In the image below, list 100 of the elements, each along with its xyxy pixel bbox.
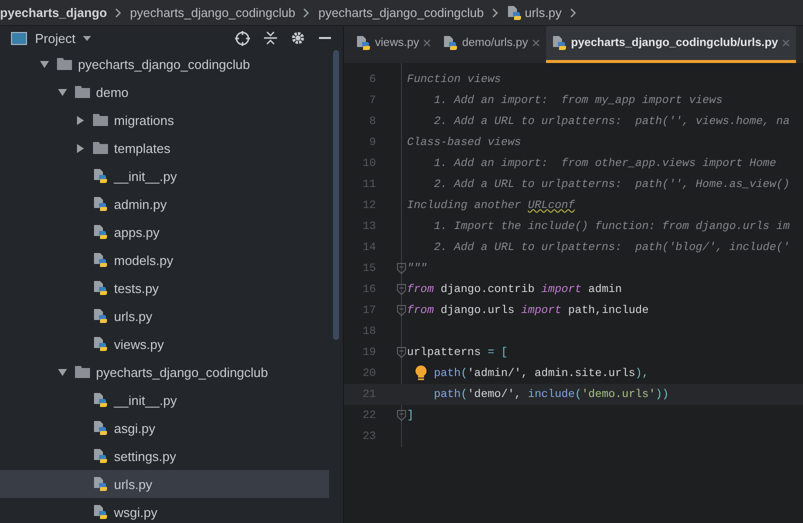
- line-number: 14: [362, 242, 376, 254]
- code-line: urlpatterns = [: [407, 346, 508, 358]
- python-file-icon: [356, 35, 371, 51]
- chevron-icon: [570, 8, 577, 18]
- expanded-arrow-icon[interactable]: [58, 368, 67, 376]
- code-line: from django.contrib import admin: [407, 284, 622, 296]
- code-line: Class-based views: [407, 136, 522, 148]
- python-file-icon: [93, 308, 108, 324]
- python-file-icon: [552, 35, 567, 51]
- close-icon[interactable]: [423, 39, 432, 47]
- breadcrumb-item[interactable]: pyecharts_django: [0, 6, 107, 20]
- tree-item[interactable]: wsgi.py: [0, 498, 329, 523]
- settings-icon[interactable]: [291, 31, 305, 45]
- python-file-icon: [93, 196, 108, 212]
- tree-item[interactable]: urls.py: [0, 470, 329, 498]
- python-file-icon: [443, 35, 458, 51]
- scrollbar[interactable]: [333, 50, 339, 340]
- breadcrumb-item[interactable]: pyecharts_django_codingclub: [318, 6, 484, 20]
- expanded-arrow-icon[interactable]: [40, 60, 49, 68]
- fold-marker-icon[interactable]: [397, 284, 406, 295]
- panel-icon: [11, 32, 27, 44]
- tree-item[interactable]: __init__.py: [0, 162, 329, 190]
- line-number: 6: [368, 74, 376, 86]
- code-line: ]: [407, 410, 414, 422]
- python-file-icon: [93, 252, 108, 268]
- code-line: 2. Add a URL to urlpatterns: path('', views.home, na: [434, 116, 790, 128]
- python-file-icon: [93, 224, 108, 240]
- python-file-icon: [93, 336, 108, 352]
- tree-item[interactable]: urls.py: [0, 302, 329, 330]
- tree-item[interactable]: tests.py: [0, 274, 329, 302]
- breadcrumb-item[interactable]: urls.py: [506, 4, 562, 20]
- tree-item[interactable]: apps.py: [0, 218, 329, 246]
- chevron-icon: [114, 8, 122, 18]
- code-line: Including another URLconf: [407, 200, 575, 212]
- line-number: 22: [362, 410, 376, 422]
- tree-item[interactable]: asgi.py: [0, 414, 329, 442]
- collapse-all-icon[interactable]: [264, 31, 277, 45]
- fold-marker-icon[interactable]: [397, 347, 406, 358]
- fold-marker-icon[interactable]: [397, 263, 406, 274]
- code-line: path('demo/', include('demo.urls')): [434, 388, 669, 400]
- line-number: 19: [362, 346, 376, 358]
- editor-tab[interactable]: pyecharts_django_codingclub/urls.py: [546, 26, 796, 63]
- caret-icon[interactable]: [83, 36, 92, 40]
- collapsed-arrow-icon[interactable]: [76, 144, 85, 152]
- line-number: 15: [362, 262, 376, 274]
- line-number: 10: [362, 158, 376, 170]
- line-number: 23: [362, 430, 376, 442]
- tree-item[interactable]: models.py: [0, 246, 329, 274]
- tree-item[interactable]: __init__.py: [0, 386, 329, 414]
- folder-icon: [75, 86, 90, 98]
- panel-title[interactable]: Project: [35, 30, 76, 46]
- python-file-icon: [506, 4, 522, 20]
- tree-item[interactable]: templates: [0, 134, 329, 162]
- code-line: 1. Import the include() function: from django.urls im: [434, 220, 790, 232]
- line-number: 18: [362, 326, 376, 338]
- editor-tab[interactable]: views.py: [350, 26, 438, 63]
- breadcrumb-item[interactable]: pyecharts_django_codingclub: [130, 6, 296, 20]
- folder-icon: [75, 366, 90, 378]
- tree-item[interactable]: admin.py: [0, 190, 329, 218]
- chevron-icon: [303, 8, 310, 18]
- lightbulb-icon[interactable]: [415, 365, 427, 381]
- python-file-icon: [93, 280, 108, 296]
- tree-item[interactable]: views.py: [0, 330, 329, 358]
- fold-marker-icon[interactable]: [397, 410, 406, 421]
- folder-icon: [93, 114, 108, 126]
- code-line: from django.urls import path,include: [407, 304, 649, 316]
- close-icon[interactable]: [782, 39, 790, 47]
- python-file-icon: [93, 392, 108, 408]
- line-number: 11: [362, 178, 376, 190]
- collapsed-arrow-icon[interactable]: [76, 116, 85, 124]
- tree-item[interactable]: migrations: [0, 106, 329, 134]
- code-line: Function views: [407, 74, 501, 86]
- python-file-icon: [93, 168, 108, 184]
- code-line: 2. Add a URL to urlpatterns: path('blog/', include(': [434, 242, 790, 254]
- expanded-arrow-icon[interactable]: [58, 88, 67, 96]
- line-number: 17: [362, 304, 376, 316]
- tree-item[interactable]: demo: [0, 78, 329, 106]
- line-number: 9: [368, 136, 376, 148]
- python-file-icon: [93, 448, 108, 464]
- python-file-icon: [93, 420, 108, 436]
- python-file-icon: [93, 476, 108, 492]
- line-number: 8: [368, 116, 376, 128]
- folder-icon: [57, 58, 72, 70]
- line-number: 7: [368, 94, 376, 106]
- line-number: 20: [362, 368, 376, 380]
- editor-tab[interactable]: demo/urls.py: [437, 26, 546, 63]
- folder-icon: [93, 142, 108, 154]
- tree-item[interactable]: pyecharts_django_codingclub: [0, 358, 329, 386]
- python-file-icon: [93, 504, 108, 520]
- fold-marker-icon[interactable]: [397, 305, 406, 316]
- tree-item[interactable]: pyecharts_django_codingclub: [0, 50, 329, 78]
- line-number: 12: [362, 200, 376, 212]
- code-line: """: [407, 262, 428, 274]
- code-line: 1. Add an import: from other_app.views import Home: [434, 158, 776, 170]
- chevron-icon: [492, 8, 499, 18]
- target-icon[interactable]: [235, 30, 250, 46]
- tree-item[interactable]: settings.py: [0, 442, 329, 470]
- line-number: 16: [362, 284, 376, 296]
- close-icon[interactable]: [532, 39, 540, 47]
- line-number: 13: [362, 220, 376, 232]
